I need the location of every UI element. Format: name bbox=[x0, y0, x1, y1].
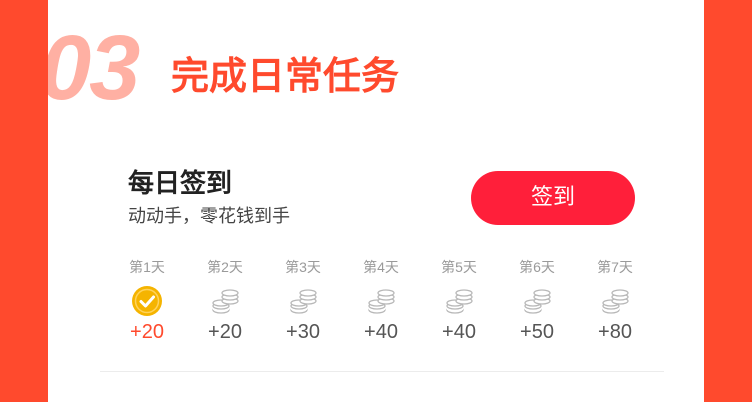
checkin-days: 第1天 +20 第2天 +20 第3天 +30 第4天 +40 第5天 +40 第6天 +50 第7天 +… bbox=[108, 257, 654, 345]
day-label: 第4天 bbox=[363, 259, 399, 275]
day-points: +20 bbox=[208, 321, 242, 343]
task-card: 03 完成日常任务 每日签到 动动手，零花钱到手 签到 第1天 +20 第2天 +20… bbox=[48, 0, 704, 402]
day-item-5: 第5天 +40 bbox=[420, 257, 498, 345]
day-item-7: 第7天 +80 bbox=[576, 257, 654, 345]
coin-stack-icon bbox=[602, 289, 629, 314]
coin-stack-icon bbox=[446, 289, 473, 314]
coin-stack-icon bbox=[368, 289, 395, 314]
coin-stack-icon bbox=[524, 289, 551, 314]
day-item-1: 第1天 +20 bbox=[108, 257, 186, 345]
day-points: +30 bbox=[286, 321, 320, 343]
day-points: +40 bbox=[442, 321, 476, 343]
day-item-4: 第4天 +40 bbox=[342, 257, 420, 345]
section-title: 完成日常任务 bbox=[171, 54, 400, 98]
divider bbox=[100, 371, 664, 372]
day-label: 第6天 bbox=[519, 259, 555, 275]
day-label: 第3天 bbox=[285, 259, 321, 275]
coin-stack-icon bbox=[290, 289, 317, 314]
task-subtitle: 动动手，零花钱到手 bbox=[128, 206, 290, 227]
task-title: 每日签到 bbox=[128, 169, 233, 199]
day-points: +40 bbox=[364, 321, 398, 343]
day-label: 第1天 bbox=[129, 259, 165, 275]
day-points: +80 bbox=[598, 321, 632, 343]
day-label: 第5天 bbox=[441, 259, 477, 275]
day-points: +20 bbox=[130, 321, 164, 343]
day-item-2: 第2天 +20 bbox=[186, 257, 264, 345]
day-label: 第7天 bbox=[597, 259, 633, 275]
step-number: 03 bbox=[48, 17, 140, 119]
day-item-6: 第6天 +50 bbox=[498, 257, 576, 345]
day-points: +50 bbox=[520, 321, 554, 343]
check-icon bbox=[132, 286, 162, 316]
coin-stack-icon bbox=[212, 289, 239, 314]
day-label: 第2天 bbox=[207, 259, 243, 275]
checkin-button[interactable]: 签到 bbox=[471, 171, 635, 225]
day-item-3: 第3天 +30 bbox=[264, 257, 342, 345]
